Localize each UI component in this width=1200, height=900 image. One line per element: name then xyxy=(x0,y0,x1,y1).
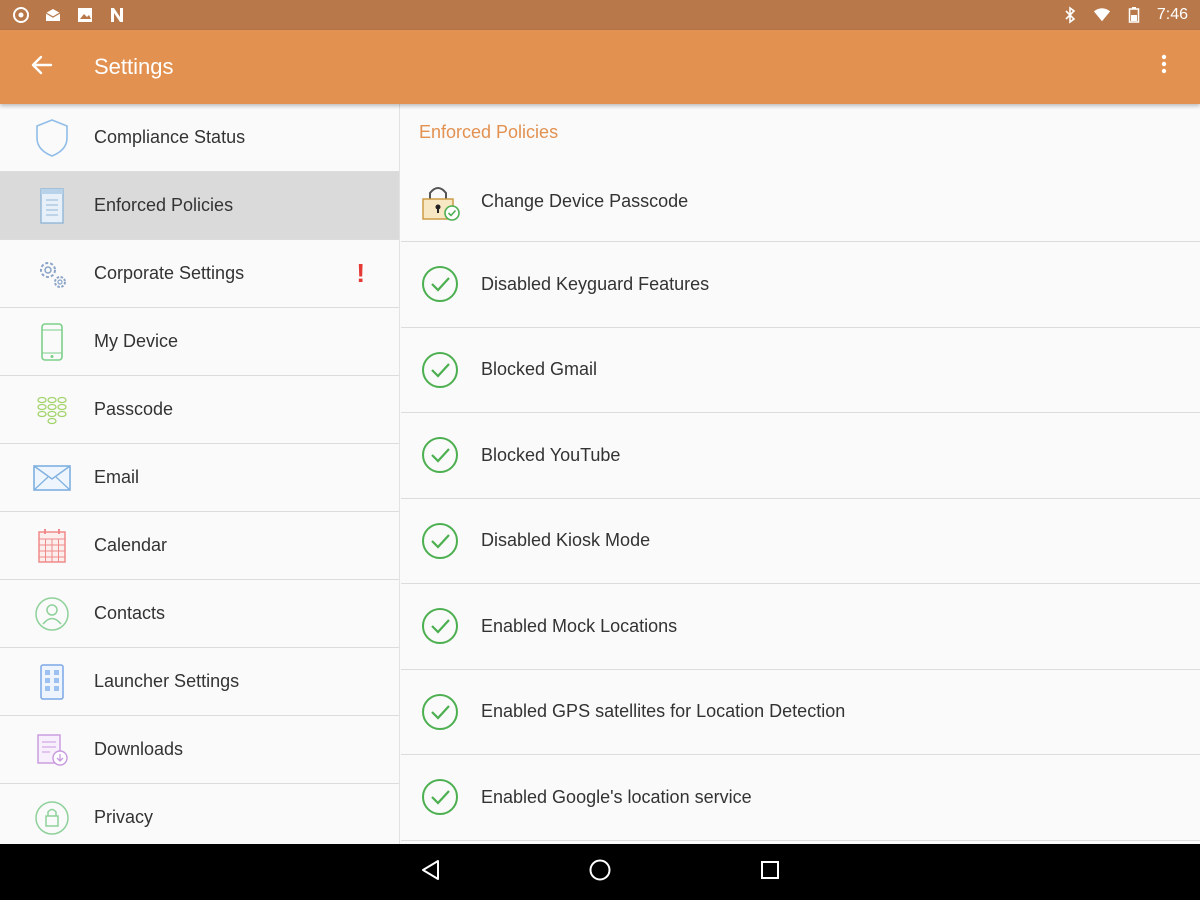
policy-label: Disabled Kiosk Mode xyxy=(481,530,651,551)
wifi-icon xyxy=(1093,6,1111,24)
contact-icon xyxy=(32,594,72,634)
settings-circle-icon xyxy=(12,6,30,24)
sidebar-item-email[interactable]: Email xyxy=(0,444,399,512)
home-circle-icon xyxy=(588,858,612,887)
policy-label: Enabled Google's location service xyxy=(481,786,752,807)
status-bar-right: 7:46 xyxy=(1061,6,1188,24)
check-circle-icon xyxy=(419,349,461,391)
status-bar-left xyxy=(12,6,126,24)
sidebar-item-label: Passcode xyxy=(94,399,174,419)
check-circle-icon xyxy=(419,691,461,733)
policy-label: Enabled Mock Locations xyxy=(481,615,678,636)
keypad-icon xyxy=(32,390,72,430)
policies-panel: Enforced Policies Change Device Passcode… xyxy=(401,104,1200,844)
policy-item[interactable]: Enabled Mock Locations xyxy=(401,584,1200,670)
calendar-icon xyxy=(32,526,72,566)
sidebar-item-label: Corporate Settings xyxy=(94,263,245,283)
policy-label: Change Device Passcode xyxy=(481,191,689,211)
back-triangle-icon xyxy=(419,858,441,887)
policy-item[interactable]: Blocked YouTube xyxy=(401,413,1200,499)
page-title: Settings xyxy=(94,54,174,79)
n-logo-icon xyxy=(108,6,126,24)
sidebar-item-label: Calendar xyxy=(94,535,168,555)
policy-label: Disabled Keyguard Features xyxy=(481,273,710,294)
policy-item[interactable]: Blocked Gmail xyxy=(401,328,1200,413)
policy-item[interactable]: Disabled Kiosk Mode xyxy=(401,499,1200,584)
shield-icon xyxy=(32,118,72,158)
sidebar-item-label: Contacts xyxy=(94,603,166,623)
bluetooth-icon xyxy=(1061,6,1079,24)
check-circle-icon xyxy=(419,520,461,562)
image-icon xyxy=(76,6,94,24)
recents-square-icon xyxy=(759,859,781,886)
sidebar-item-calendar[interactable]: Calendar xyxy=(0,512,399,580)
sidebar: Compliance Status Enforced Policies Corp… xyxy=(0,104,400,844)
sidebar-item-label: Enforced Policies xyxy=(94,195,234,215)
sidebar-item-privacy[interactable]: Privacy xyxy=(0,784,399,844)
sidebar-item-label: My Device xyxy=(94,331,179,351)
status-bar: 7:46 xyxy=(0,0,1200,30)
phone-icon xyxy=(32,322,72,362)
privacy-lock-icon xyxy=(32,798,72,838)
sidebar-item-launcher-settings[interactable]: Launcher Settings xyxy=(0,648,399,716)
more-vert-icon xyxy=(1161,54,1167,79)
app-bar: Settings xyxy=(0,30,1200,104)
sidebar-item-label: Compliance Status xyxy=(94,127,246,147)
clock-time: 7:46 xyxy=(1156,6,1188,23)
sidebar-item-passcode[interactable]: Passcode xyxy=(0,376,399,444)
sidebar-item-contacts[interactable]: Contacts xyxy=(0,580,399,648)
check-circle-icon xyxy=(419,434,461,476)
sidebar-item-corporate-settings[interactable]: Corporate Settings ! xyxy=(0,240,399,308)
policy-label: Enabled GPS satellites for Location Dete… xyxy=(481,701,846,722)
sidebar-item-compliance-status[interactable]: Compliance Status xyxy=(0,104,399,172)
policy-item[interactable]: Disabled Keyguard Features xyxy=(401,242,1200,328)
envelope-icon xyxy=(32,458,72,498)
check-circle-icon xyxy=(419,605,461,647)
navigation-bar xyxy=(0,844,1200,900)
policy-item[interactable]: Enabled GPS satellites for Location Dete… xyxy=(401,670,1200,755)
lock-check-icon xyxy=(419,181,461,223)
sidebar-item-label: Email xyxy=(94,467,140,487)
check-circle-icon xyxy=(419,263,461,305)
mail-icon xyxy=(44,6,62,24)
gears-icon xyxy=(32,254,72,294)
back-arrow-icon xyxy=(31,54,53,81)
nav-home-button[interactable] xyxy=(580,852,620,892)
overflow-menu-button[interactable] xyxy=(1146,48,1182,84)
sidebar-item-downloads[interactable]: Downloads xyxy=(0,716,399,784)
downloads-icon xyxy=(32,730,72,770)
policy-item[interactable]: Enabled Google's location service xyxy=(401,755,1200,841)
sidebar-item-label: Downloads xyxy=(94,739,184,759)
sidebar-item-enforced-policies[interactable]: Enforced Policies xyxy=(0,172,399,240)
policy-item[interactable]: Change Device Passcode xyxy=(401,162,1200,242)
battery-icon xyxy=(1125,6,1143,24)
back-button[interactable] xyxy=(14,39,70,95)
sidebar-item-label: Privacy xyxy=(94,807,154,827)
sidebar-item-label: Launcher Settings xyxy=(94,671,240,691)
document-icon xyxy=(32,186,72,226)
policy-label: Blocked YouTube xyxy=(481,444,621,465)
alert-badge: ! xyxy=(356,258,365,288)
nav-recents-button[interactable] xyxy=(750,852,790,892)
launcher-icon xyxy=(32,662,72,702)
check-circle-icon xyxy=(419,776,461,818)
section-title: Enforced Policies xyxy=(419,122,559,142)
policy-label: Blocked Gmail xyxy=(481,359,598,380)
sidebar-item-my-device[interactable]: My Device xyxy=(0,308,399,376)
nav-back-button[interactable] xyxy=(410,852,450,892)
